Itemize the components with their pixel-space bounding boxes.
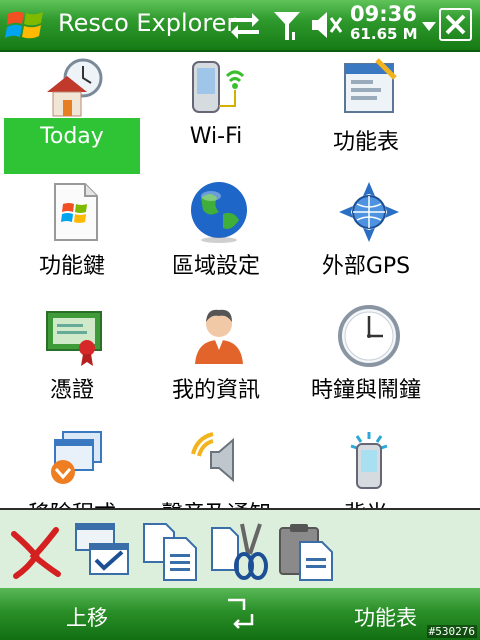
grid-item-buttons[interactable]: 功能鍵 [0, 176, 150, 298]
certificate-icon [46, 311, 102, 366]
close-icon [445, 14, 466, 35]
grid-item-regional[interactable]: 區域設定 [144, 176, 294, 298]
sync-arrows-icon[interactable] [228, 8, 262, 42]
backlight-device-icon [350, 432, 388, 489]
grid-item-label-box: 功能表 [298, 118, 434, 174]
grid-item-label: 聲音及通知 [148, 490, 284, 508]
close-button[interactable] [439, 8, 472, 41]
grid-item-label: Wi-Fi [189, 124, 243, 149]
memory-text: 61.65 M [350, 25, 418, 43]
grid-item-label: 功能表 [332, 130, 399, 155]
action-toolbar [0, 508, 480, 590]
watermark-text: #530276 [426, 625, 477, 638]
grid-item-label-box: 聲音及通知 [148, 490, 284, 508]
grid-item-label: 背光 [298, 490, 434, 508]
settings-icon-grid: Today Wi-Fi 功能表 功能鍵 區域設定 外部GPS 憑證 我的資訊 時… [0, 52, 480, 508]
copy-icon[interactable] [140, 520, 200, 582]
dropdown-triangle-icon[interactable] [422, 22, 436, 31]
grid-item-label-box: Today [4, 118, 140, 174]
globe-icon [191, 182, 247, 243]
delete-x-icon[interactable] [6, 520, 66, 582]
grid-item-label: 我的資訊 [171, 378, 260, 403]
grid-item-label: 外部GPS [321, 254, 411, 279]
softkey-right-button[interactable]: 功能表 [354, 602, 417, 632]
grid-item-label-box: 背光 [298, 490, 434, 508]
grid-item-remove-programs[interactable]: 移除程式 [0, 424, 150, 508]
wifi-device-icon [192, 61, 245, 113]
grid-item-label-box: Wi-Fi [148, 118, 284, 174]
grid-item-certificates[interactable]: 憑證 [0, 300, 150, 422]
grid-item-label-box: 區域設定 [148, 242, 284, 298]
select-windows-icon[interactable] [72, 520, 132, 582]
clock-icon [338, 305, 400, 367]
time-text: 09:36 [350, 2, 417, 26]
grid-item-wifi[interactable]: Wi-Fi [144, 52, 294, 174]
grid-item-label: 功能鍵 [38, 254, 105, 279]
keyboard-sip-icon[interactable] [222, 596, 258, 630]
grid-item-label: 移除程式 [4, 490, 140, 508]
grid-item-owner-info[interactable]: 我的資訊 [144, 300, 294, 422]
volume-icon[interactable] [310, 8, 344, 42]
grid-item-label: 區域設定 [171, 254, 260, 279]
grid-item-label-box: 憑證 [4, 366, 140, 422]
windows-start-icon[interactable] [4, 6, 48, 44]
menu-folder-icon [344, 58, 397, 113]
grid-item-label-box: 我的資訊 [148, 366, 284, 422]
grid-item-backlight[interactable]: 背光 [294, 424, 444, 508]
grid-item-external-gps[interactable]: 外部GPS [294, 176, 444, 298]
grid-item-label-box: 外部GPS [298, 242, 434, 298]
grid-item-label-box: 時鐘與鬧鐘 [298, 366, 434, 422]
owner-person-icon [195, 309, 243, 364]
soft-key-bar: 上移 功能表 #530276 [0, 588, 480, 640]
sound-speaker-icon [191, 432, 234, 483]
buttons-document-icon [54, 183, 98, 241]
softkey-left-button[interactable]: 上移 [66, 602, 108, 632]
remove-programs-icon [51, 431, 102, 484]
cut-scissors-icon[interactable] [208, 520, 268, 582]
grid-item-clock-alarms[interactable]: 時鐘與鬧鐘 [294, 300, 444, 422]
grid-item-label: 時鐘與鬧鐘 [310, 378, 421, 403]
grid-item-sounds-notifications[interactable]: 聲音及通知 [144, 424, 294, 508]
title-bar: Resco Explorer 09:36 61.65 M [0, 0, 480, 52]
grid-item-menu[interactable]: 功能表 [294, 52, 444, 174]
today-house-clock-icon [47, 58, 103, 117]
grid-item-label: 憑證 [49, 378, 94, 403]
clock-readout[interactable]: 09:36 61.65 M [350, 4, 418, 42]
grid-item-label-box: 移除程式 [4, 490, 140, 508]
grid-item-label-box: 功能鍵 [4, 242, 140, 298]
paste-clipboard-icon[interactable] [276, 520, 336, 582]
grid-item-label: Today [40, 124, 104, 149]
grid-item-today[interactable]: Today [0, 52, 150, 174]
app-title: Resco Explorer [58, 9, 237, 37]
signal-antenna-icon[interactable] [270, 8, 304, 42]
gps-satellite-icon [339, 182, 399, 242]
